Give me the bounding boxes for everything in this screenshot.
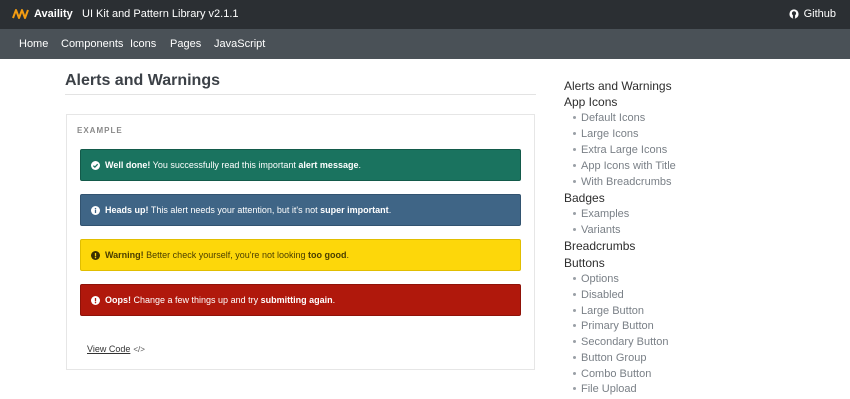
sidebar-item-primary-button[interactable]: Primary Button — [573, 320, 654, 332]
code-icon: </> — [133, 344, 145, 354]
top-bar: Availity UI Kit and Pattern Library v2.1… — [0, 0, 850, 29]
exclamation-circle-icon — [91, 250, 100, 260]
example-panel: EXAMPLE Well done! You successfully read… — [66, 114, 535, 370]
nav-javascript[interactable]: JavaScript — [214, 38, 265, 50]
nav-pages[interactable]: Pages — [170, 38, 201, 50]
main-nav: Home Components Icons Pages JavaScript — [0, 29, 850, 59]
sidebar-item-breadcrumbs[interactable]: Breadcrumbs — [564, 239, 635, 253]
sidebar-item-with-breadcrumbs[interactable]: With Breadcrumbs — [573, 176, 671, 188]
title-divider — [65, 94, 536, 95]
sidebar-item-combo-button[interactable]: Combo Button — [573, 368, 651, 380]
page-title: Alerts and Warnings — [65, 72, 220, 89]
nav-icons[interactable]: Icons — [130, 38, 156, 50]
sidebar-item-badges[interactable]: Badges — [564, 191, 605, 205]
library-title: UI Kit and Pattern Library v2.1.1 — [82, 8, 239, 20]
sidebar-item-button-group[interactable]: Button Group — [573, 352, 646, 364]
alert-warning: Warning! Better check yourself, you're n… — [80, 239, 521, 271]
sidebar-item-alerts-and-warnings[interactable]: Alerts and Warnings — [564, 79, 672, 93]
brand[interactable]: Availity — [12, 7, 73, 21]
alert-warning-text: Warning! Better check yourself, you're n… — [105, 250, 349, 260]
availity-logo-icon — [12, 9, 29, 19]
github-icon — [788, 9, 799, 19]
sidebar-item-large-icons[interactable]: Large Icons — [573, 128, 638, 140]
sidebar-item-variants[interactable]: Variants — [573, 224, 621, 236]
alert-success: Well done! You successfully read this im… — [80, 149, 521, 181]
sidebar-item-options[interactable]: Options — [573, 273, 619, 285]
sidebar-item-large-button[interactable]: Large Button — [573, 305, 644, 317]
sidebar-item-default-icons[interactable]: Default Icons — [573, 112, 645, 124]
nav-components[interactable]: Components — [61, 38, 123, 50]
sidebar-item-app-icons[interactable]: App Icons — [564, 95, 617, 109]
view-code-label[interactable]: View Code — [87, 344, 130, 354]
info-circle-icon — [91, 205, 100, 215]
alert-danger: Oops! Change a few things up and try sub… — [80, 284, 521, 316]
alert-circle-icon — [91, 295, 100, 305]
nav-home[interactable]: Home — [19, 38, 48, 50]
alert-info: Heads up! This alert needs your attentio… — [80, 194, 521, 226]
github-link[interactable]: Github — [788, 8, 836, 20]
brand-name: Availity — [34, 8, 73, 20]
check-circle-icon — [91, 160, 100, 170]
view-code-link[interactable]: View Code </> — [87, 344, 145, 354]
sidebar-item-file-upload[interactable]: File Upload — [573, 383, 637, 395]
sidebar-item-app-icons-with-title[interactable]: App Icons with Title — [573, 160, 676, 172]
sidebar-item-examples[interactable]: Examples — [573, 208, 629, 220]
sidebar-item-extra-large-icons[interactable]: Extra Large Icons — [573, 144, 667, 156]
alert-success-text: Well done! You successfully read this im… — [105, 160, 361, 170]
sidebar-item-disabled[interactable]: Disabled — [573, 289, 624, 301]
example-label: EXAMPLE — [77, 126, 123, 135]
sidebar-item-secondary-button[interactable]: Secondary Button — [573, 336, 668, 348]
github-label: Github — [803, 8, 836, 20]
sidebar-item-buttons[interactable]: Buttons — [564, 256, 605, 270]
alert-danger-text: Oops! Change a few things up and try sub… — [105, 295, 336, 305]
alert-info-text: Heads up! This alert needs your attentio… — [105, 205, 392, 215]
